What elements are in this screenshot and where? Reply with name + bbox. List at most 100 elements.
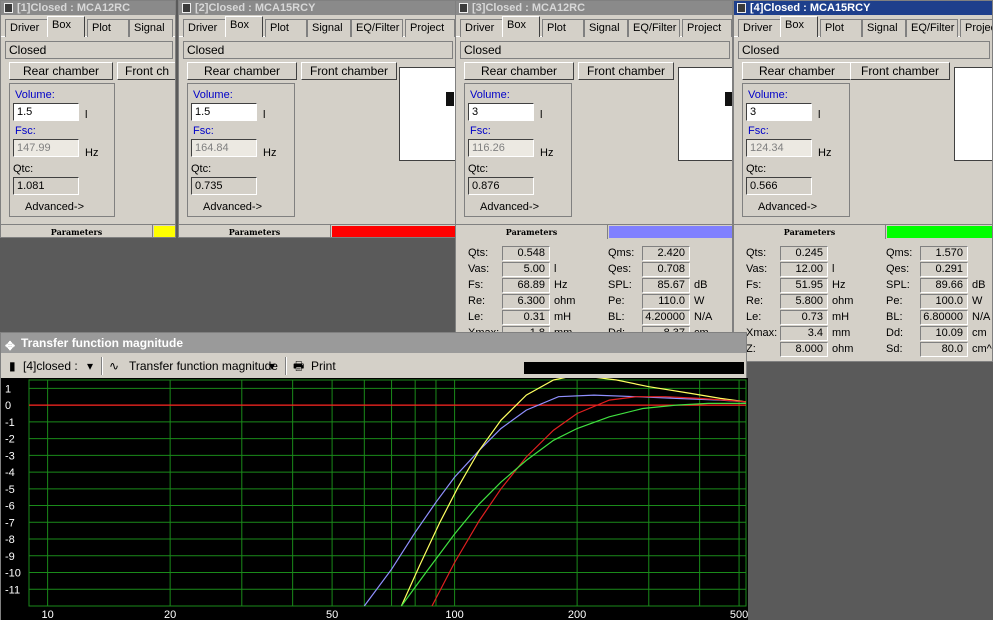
tab-box[interactable]: Box [780, 16, 818, 37]
window-title-bar[interactable]: [1]Closed : MCA12RC [1, 1, 175, 15]
tab-eqfilter[interactable]: EQ/Filter [351, 19, 403, 37]
tab-driver[interactable]: Driver [738, 19, 782, 37]
y-tick-label: -10 [5, 568, 21, 580]
window-title-bar[interactable]: [2]Closed : MCA15RCY [179, 1, 455, 15]
y-tick-label: -1 [5, 417, 15, 429]
rear-chamber-button[interactable]: Rear chamber [742, 62, 852, 80]
param-label: Qts: [468, 247, 489, 259]
parameters-bar: Parameters [734, 224, 992, 239]
param-value: 2.420 [642, 246, 690, 261]
param-label: Dd: [886, 327, 904, 339]
advanced-button[interactable]: Advanced-> [25, 201, 84, 213]
tab-eqfilter[interactable]: EQ/Filter [906, 19, 958, 37]
chevron-down-icon[interactable]: ▾ [87, 357, 93, 375]
tab-box[interactable]: Box [502, 16, 540, 37]
param-unit: ohm [832, 295, 854, 307]
qtc-label: Qtc: [191, 163, 212, 175]
qtc-value: 1.081 [13, 177, 79, 195]
qtc-value: 0.735 [191, 177, 257, 195]
transfer-plot[interactable]: 1 0 -1 -2 -3 -4 -5 -6 -7 -8 -9 -10 -11 10 20 50 100 200 50… [1, 378, 748, 620]
series-color-swatch[interactable] [332, 226, 455, 237]
advanced-button[interactable]: Advanced-> [203, 201, 262, 213]
front-chamber-button[interactable]: Front ch [117, 62, 175, 80]
wave-icon: ∿ [109, 359, 120, 373]
volume-input[interactable]: 1.5 [13, 103, 79, 121]
volume-unit: l [85, 109, 88, 121]
tab-strip: Driver Box Plot Signal [1, 15, 175, 37]
tab-signal[interactable]: Signal [307, 19, 351, 37]
tab-driver[interactable]: Driver [460, 19, 504, 37]
speaker-icon [182, 3, 191, 13]
rear-chamber-button[interactable]: Rear chamber [9, 62, 113, 80]
param-label: Le: [746, 311, 762, 323]
project-selector[interactable]: [4]closed : [23, 357, 78, 375]
project-window-1: [1]Closed : MCA12RC Driver Box Plot Signal Cl… [0, 0, 176, 238]
window-title-bar[interactable]: [4]Closed : MCA15RCY [734, 1, 992, 15]
parameters-label[interactable]: Parameters [1, 225, 153, 237]
param-value: 3.4 [780, 326, 828, 341]
param-value: 0.245 [780, 246, 828, 261]
fsc-unit: Hz [263, 147, 277, 159]
x-tick-label: 50 [326, 609, 338, 620]
param-value: 80.0 [920, 342, 968, 357]
box-type-select[interactable]: Closed [183, 41, 453, 59]
plot-svg: 10-1-2-3-4-5-6-7-8-9-10-1110 20 50 100 200 50… [5, 378, 748, 620]
series-color-swatch[interactable] [609, 226, 732, 238]
rear-chamber-button[interactable]: Rear chamber [187, 62, 297, 80]
parameters-bar: Parameters [1, 224, 175, 237]
box-type-select[interactable]: Closed [460, 41, 730, 59]
x-tick-label: 100 [445, 609, 463, 620]
series-line-2 [363, 394, 747, 607]
advanced-button[interactable]: Advanced-> [480, 201, 539, 213]
front-chamber-button[interactable]: Front chamber [850, 62, 950, 80]
transfer-title: Transfer function magnitude [21, 336, 184, 350]
tab-projec[interactable]: Projec [960, 19, 992, 37]
transfer-title-bar[interactable]: ✥ Transfer function magnitude [1, 333, 746, 353]
tab-plot[interactable]: Plot [820, 19, 862, 37]
tab-project[interactable]: Project [405, 19, 455, 37]
box-type-select[interactable]: Closed [5, 41, 173, 59]
print-button[interactable]: Print [311, 357, 336, 375]
front-chamber-button[interactable]: Front chamber [301, 62, 397, 80]
project-window-3: [3]Closed : MCA12RC Driver Box Plot Signal EQ… [455, 0, 733, 362]
tab-box[interactable]: Box [47, 16, 85, 37]
volume-input[interactable]: 1.5 [191, 103, 257, 121]
pin-icon[interactable]: ✥ [5, 336, 15, 356]
param-unit: dB [694, 279, 708, 291]
window-title-bar[interactable]: [3]Closed : MCA12RC [456, 1, 732, 15]
parameters-label[interactable]: Parameters [456, 225, 608, 239]
series-color-swatch[interactable] [887, 226, 992, 238]
tab-eqfilter[interactable]: EQ/Filter [628, 19, 680, 37]
plot-mode-selector[interactable]: Transfer function magnitude [129, 357, 278, 375]
tab-signal[interactable]: Signal [862, 19, 906, 37]
tab-box[interactable]: Box [225, 16, 263, 37]
series-color-swatch[interactable] [154, 226, 175, 237]
tab-plot[interactable]: Plot [542, 19, 584, 37]
x-tick-label: 500 [730, 609, 748, 620]
qtc-label: Qtc: [13, 163, 34, 175]
rear-chamber-button[interactable]: Rear chamber [464, 62, 574, 80]
box-type-select[interactable]: Closed [738, 41, 990, 59]
tab-driver[interactable]: Driver [183, 19, 227, 37]
param-label: Z: [746, 343, 756, 355]
parameters-label[interactable]: Parameters [179, 225, 331, 237]
tab-plot[interactable]: Plot [87, 19, 129, 37]
tab-plot[interactable]: Plot [265, 19, 307, 37]
fsc-label: Fsc: [748, 125, 769, 137]
tab-project[interactable]: Project [682, 19, 732, 37]
param-label: Pe: [886, 295, 903, 307]
tab-driver[interactable]: Driver [5, 19, 49, 37]
tab-signal[interactable]: Signal [584, 19, 628, 37]
parameters-label[interactable]: Parameters [734, 225, 886, 239]
front-chamber-button[interactable]: Front chamber [578, 62, 674, 80]
chevron-down-icon[interactable]: ▾ [269, 357, 275, 375]
tab-signal[interactable]: Signal [129, 19, 173, 37]
advanced-button[interactable]: Advanced-> [758, 201, 817, 213]
fsc-unit: Hz [85, 147, 99, 159]
param-unit: cm^2 [972, 343, 992, 355]
param-label: Le: [468, 311, 484, 323]
param-value: 5.800 [780, 294, 828, 309]
volume-input[interactable]: 3 [746, 103, 812, 121]
volume-input[interactable]: 3 [468, 103, 534, 121]
toolbar-separator [101, 357, 103, 375]
